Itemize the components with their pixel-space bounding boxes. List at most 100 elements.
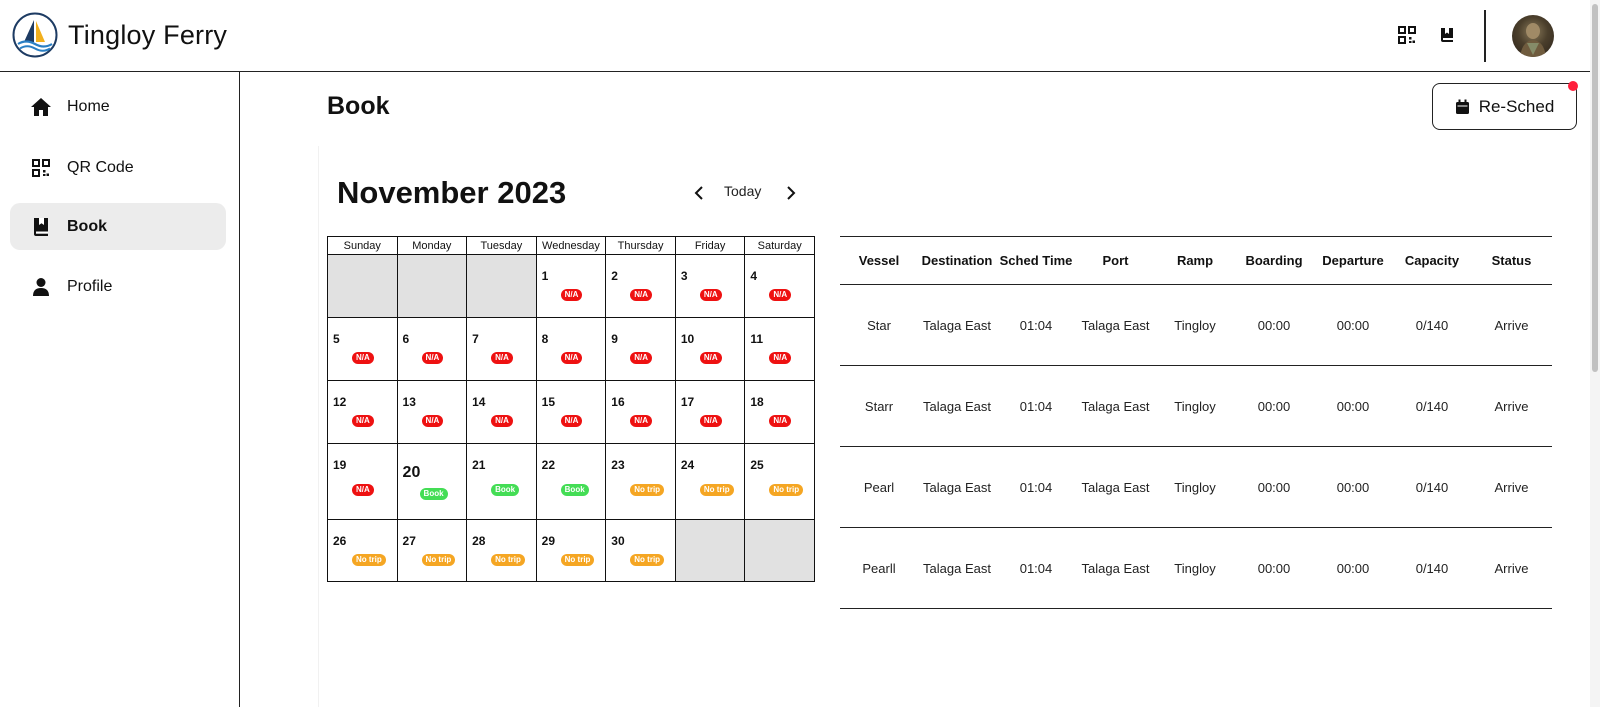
schedule-cell: 0/140	[1393, 527, 1471, 609]
day-number: 22	[541, 458, 556, 472]
calendar-empty-cell	[674, 519, 746, 582]
calendar-day-cell[interactable]: 13 N/A	[396, 380, 468, 444]
day-number: 28	[472, 534, 486, 548]
calendar-day-cell[interactable]: 16 N/A	[605, 380, 676, 444]
calendar-day-cell[interactable]: 27 No trip	[396, 519, 468, 582]
calendar-day-cell[interactable]: 10 N/A	[674, 317, 746, 381]
day-status-badge: N/A	[630, 415, 653, 427]
column-header: Departure	[1322, 253, 1384, 268]
top-bar: Tingloy Ferry	[0, 0, 1600, 72]
brand[interactable]: Tingloy Ferry	[12, 12, 227, 58]
schedule-cell: 0/140	[1393, 284, 1471, 366]
schedule-cell: Talaga East	[1076, 446, 1155, 528]
day-status-badge: N/A	[699, 289, 722, 301]
calendar-day-cell[interactable]: 28 No trip	[466, 519, 537, 582]
calendar-day-cell[interactable]: 20 Book	[396, 443, 468, 520]
day-number: 13	[402, 395, 416, 409]
day-status-badge: No trip	[630, 484, 665, 496]
schedule-header-row: Vessel Destination Sched Time Port Ramp …	[840, 236, 1552, 285]
calendar-day-cell[interactable]: 18 N/A	[744, 380, 815, 444]
day-number: 24	[680, 458, 695, 472]
day-number: 9	[611, 332, 618, 346]
sidebar-item-label: Home	[67, 97, 110, 115]
day-status-badge: No trip	[699, 484, 734, 496]
calendar-day-cell[interactable]: 23 No trip	[605, 443, 676, 520]
schedule-cell: 00:00	[1313, 365, 1393, 447]
schedule-cell: Tingloy	[1155, 527, 1235, 609]
calendar-week-row: 5 N/A 6 N/A 7 N/A 8 N/A 9 N/A 10 N/A 11 N/A	[327, 317, 815, 381]
today-button[interactable]: Today	[724, 183, 761, 199]
schedule-cell: Talaga East	[918, 284, 996, 366]
sidebar-item-home[interactable]: Home	[10, 83, 226, 130]
calendar-empty-cell	[327, 254, 398, 318]
schedule-cell: 00:00	[1235, 365, 1313, 447]
calendar-day-cell[interactable]: 14 N/A	[466, 380, 537, 444]
day-status-badge: No trip	[769, 484, 804, 496]
schedule-cell: Arrive	[1471, 446, 1552, 528]
calendar-day-cell[interactable]: 7 N/A	[466, 317, 537, 381]
schedule-row[interactable]: Pearl Talaga East 01:04 Talaga East Tingloy 0…	[840, 446, 1552, 528]
calendar-day-cell[interactable]: 8 N/A	[535, 317, 607, 381]
schedule-cell: 00:00	[1235, 284, 1313, 366]
day-status-badge: N/A	[699, 415, 722, 427]
user-avatar[interactable]	[1512, 15, 1554, 57]
calendar-day-cell[interactable]: 4 N/A	[744, 254, 815, 318]
calendar-day-cell[interactable]: 17 N/A	[674, 380, 746, 444]
column-header: Capacity	[1404, 253, 1460, 268]
day-number: 12	[333, 395, 347, 409]
schedule-cell: Tingloy	[1155, 365, 1235, 447]
calendar-empty-cell	[466, 254, 537, 318]
sidebar-item-qr-code[interactable]: QR Code	[10, 144, 226, 191]
day-number: 23	[611, 458, 625, 472]
schedule-cell: 01:04	[996, 527, 1076, 609]
calendar-day-cell[interactable]: 22 Book	[535, 443, 607, 520]
sidebar: Home QR Code Book Profile	[0, 72, 240, 707]
sidebar-item-label: QR Code	[67, 158, 134, 176]
calendar-day-cell[interactable]: 5 N/A	[327, 317, 398, 381]
sidebar-item-profile[interactable]: Profile	[10, 263, 226, 310]
calendar-day-cell[interactable]: 9 N/A	[605, 317, 676, 381]
app-name: Tingloy Ferry	[68, 19, 228, 50]
day-status-badge: Book	[560, 484, 589, 496]
schedule-cell: Talaga East	[1076, 365, 1155, 447]
calendar-day-cell[interactable]: 29 No trip	[535, 519, 607, 582]
schedule-row[interactable]: Star Talaga East 01:04 Talaga East Tingloy 00…	[840, 284, 1552, 366]
calendar-day-cell[interactable]: 25 No trip	[744, 443, 815, 520]
day-number: 8	[541, 332, 549, 346]
calendar-day-cell[interactable]: 12 N/A	[327, 380, 398, 444]
calendar-day-cell[interactable]: 2 N/A	[605, 254, 676, 318]
calendar-day-cell[interactable]: 21 Book	[466, 443, 537, 520]
schedule-cell: Talaga East	[1076, 284, 1155, 366]
calendar-week-row: 12 N/A 13 N/A 14 N/A 15 N/A 16 N/A 17 N/A 18 N/A	[327, 380, 815, 444]
calendar-day-cell[interactable]: 19 N/A	[327, 443, 398, 520]
day-status-badge: N/A	[352, 415, 374, 427]
day-status-badge: N/A	[560, 352, 583, 364]
calendar-day-cell[interactable]: 30 No trip	[605, 519, 676, 582]
calendar-week-row: 19 N/A 20 Book 21 Book 22 Book 23 No trip 24 No tri…	[327, 443, 815, 520]
bookmark-book-icon[interactable]	[1438, 26, 1456, 44]
schedule-row[interactable]: Starr Talaga East 01:04 Talaga East Tingloy 0…	[840, 365, 1552, 447]
schedule-cell: 01:04	[996, 446, 1076, 528]
schedule-cell: 00:00	[1235, 446, 1313, 528]
day-status-badge: No trip	[560, 554, 595, 566]
calendar-day-cell[interactable]: 11 N/A	[744, 317, 815, 381]
day-number: 30	[611, 534, 625, 548]
weekday-header: Tuesday	[466, 236, 537, 255]
calendar-day-cell[interactable]: 26 No trip	[327, 519, 398, 582]
re-sched-button[interactable]: Re-Sched	[1432, 83, 1577, 130]
calendar-day-cell[interactable]: 15 N/A	[535, 380, 607, 444]
scrollbar-thumb[interactable]	[1592, 4, 1598, 372]
schedule-cell: Talaga East	[918, 527, 996, 609]
previous-month-button[interactable]	[692, 184, 706, 202]
calendar-day-cell[interactable]: 6 N/A	[396, 317, 468, 381]
sidebar-item-book[interactable]: Book	[10, 203, 226, 250]
next-month-button[interactable]	[784, 184, 798, 202]
qr-code-icon[interactable]	[1398, 26, 1416, 44]
day-status-badge: Book	[491, 484, 520, 496]
calendar-day-cell[interactable]: 24 No trip	[674, 443, 746, 520]
schedule-row[interactable]: Pearll Talaga East 01:04 Talaga East Tingloy…	[840, 527, 1552, 609]
calendar-day-cell[interactable]: 3 N/A	[674, 254, 746, 318]
day-number: 14	[472, 395, 486, 409]
chevron-right-icon	[787, 186, 796, 200]
calendar-day-cell[interactable]: 1 N/A	[535, 254, 607, 318]
